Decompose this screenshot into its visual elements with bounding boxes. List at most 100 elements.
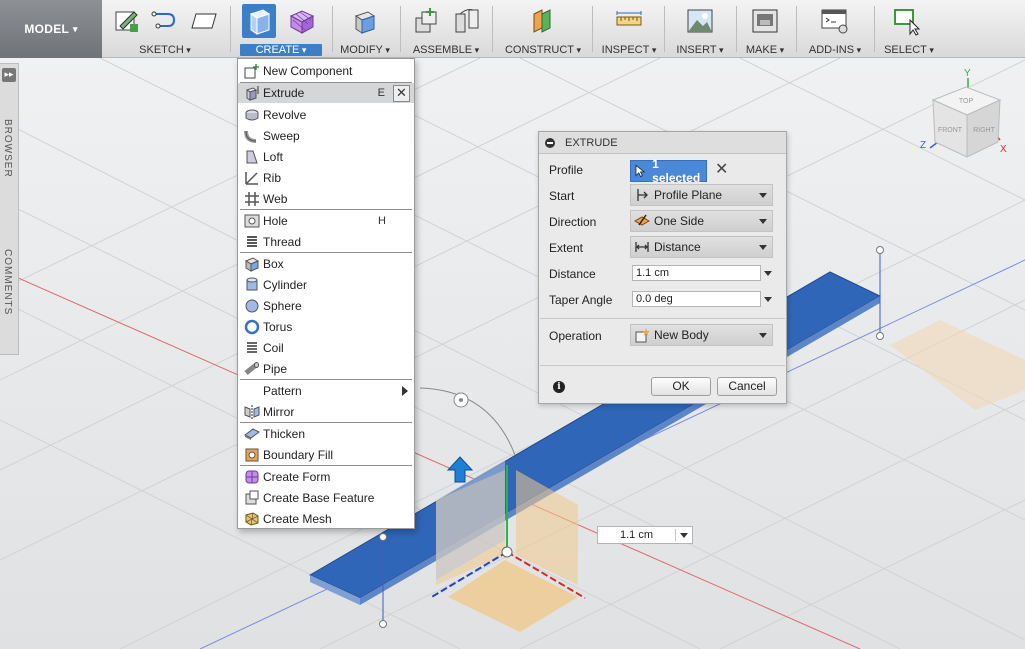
new-component-tool-icon[interactable] [410,6,440,36]
profile-selection-button[interactable]: 1 selected [630,157,707,185]
viewport-distance-input[interactable]: 1.1 cm [597,526,693,544]
line-tool-icon[interactable] [150,6,180,36]
toolbar-divider [736,6,737,52]
viewport-distance-value[interactable]: 1.1 cm [598,529,676,541]
press-pull-icon[interactable] [350,6,380,36]
menu-item-box[interactable]: Box [238,253,414,274]
menu-item-thread[interactable]: Thread [238,231,414,252]
toolbar-label-sketch[interactable]: SKETCH [106,44,224,56]
menu-item-label: Pattern [263,383,302,398]
toolbar-label-construct[interactable]: CONSTRUCT [496,44,590,56]
chevron-down-icon[interactable] [764,297,772,302]
select-cursor-icon[interactable] [892,6,922,36]
chevron-down-icon[interactable] [680,532,688,538]
menu-item-rib[interactable]: Rib [238,167,414,188]
menu-item-thicken[interactable]: Thicken [238,423,414,444]
measure-icon[interactable] [614,6,644,36]
menu-item-create-base-feature[interactable]: Create Base Feature [238,487,414,508]
menu-item-revolve[interactable]: Revolve [238,104,414,125]
z-axis-label: Z [920,140,926,151]
direction-dropdown[interactable]: One Side [630,210,773,232]
move-gizmo[interactable] [419,387,586,632]
viewport-scene[interactable]: TOP FRONT RIGHT Y Z X [0,58,1025,649]
chevron-down-icon [759,192,767,198]
menu-item-label: Box [263,256,284,271]
menu-item-create-mesh[interactable]: Create Mesh [238,508,414,529]
distance-input[interactable]: 1.1 cm [632,265,761,281]
menu-item-new-component[interactable]: New Component [238,60,414,81]
toolbar-group-add-ins[interactable]: ADD-INS [798,0,872,58]
toolbar-label-create[interactable]: CREATE [240,44,322,56]
viewcube-top-label: TOP [959,98,974,105]
toolbar-group-insert[interactable]: INSERT [668,0,732,58]
taper-angle-label: Taper Angle [549,293,613,307]
toolbar-group-select[interactable]: SELECT [878,0,940,58]
toolbar-group-make[interactable]: MAKE [738,0,792,58]
toolbar-group-inspect[interactable]: INSPECT [596,0,662,58]
toolbar-label-add-ins[interactable]: ADD-INS [798,44,872,56]
menu-item-extrude[interactable]: Extrude E ✕ [238,83,414,103]
operation-dropdown[interactable]: New Body [630,324,773,346]
scripts-addins-icon[interactable] [820,6,850,36]
menu-item-label: Extrude [263,86,305,100]
toolbar-group-sketch[interactable]: SKETCH [106,0,224,58]
insert-image-icon[interactable] [685,6,715,36]
viewport-canvas[interactable]: TOP FRONT RIGHT Y Z X [0,58,1025,649]
ok-button[interactable]: OK [651,377,711,396]
offset-plane-icon[interactable] [528,6,558,36]
menu-item-create-form[interactable]: Create Form [238,466,414,487]
menu-item-boundary-fill[interactable]: Boundary Fill [238,444,414,465]
menu-item-mirror[interactable]: Mirror [238,401,414,422]
toolbar-label-inspect[interactable]: INSPECT [596,44,662,56]
start-dropdown[interactable]: Profile Plane [630,184,773,206]
rectangle-tool-icon[interactable] [188,6,218,36]
toolbar-group-create[interactable]: CREATE [234,0,328,58]
info-icon[interactable]: i [553,381,565,393]
dialog-header[interactable]: EXTRUDE [539,132,786,154]
collapse-icon[interactable] [545,137,555,148]
view-cube[interactable]: TOP FRONT RIGHT Y Z X [920,68,1007,158]
rib-icon [245,171,258,185]
menu-item-label: Create Form [263,469,331,484]
cancel-button[interactable]: Cancel [717,377,777,396]
toolbar-label-insert[interactable]: INSERT [668,44,732,56]
profile-plane-icon [637,189,648,201]
workspace-switcher[interactable]: MODEL ▾ [0,0,102,58]
menu-item-sphere[interactable]: Sphere [238,295,414,316]
menu-item-torus[interactable]: Torus [238,316,414,337]
toolbar-label-assemble[interactable]: ASSEMBLE [404,44,488,56]
menu-item-hole[interactable]: Hole H [238,210,414,231]
mirror-icon [244,404,260,419]
create-sketch-icon[interactable] [112,6,142,36]
comments-tab[interactable]: COMMENTS [2,249,13,315]
menu-item-sweep[interactable]: Sweep [238,125,414,146]
toolbar-label-select[interactable]: SELECT [878,44,940,56]
clear-selection-icon[interactable]: ✕ [715,162,728,178]
sweep-icon [244,130,257,143]
create-form-tool-icon[interactable] [286,6,316,36]
extent-dropdown[interactable]: Distance [630,236,773,258]
browser-tab[interactable]: BROWSER [2,119,13,178]
expand-panel-icon[interactable]: ▸▸ [2,68,16,82]
menu-item-coil[interactable]: Coil [238,337,414,358]
menu-item-pipe[interactable]: Pipe [238,358,414,379]
taper-angle-input[interactable]: 0.0 deg [632,291,761,307]
menu-item-web[interactable]: Web [238,188,414,209]
close-icon[interactable]: ✕ [393,84,410,102]
toolbar-label-modify[interactable]: MODIFY [334,44,396,56]
extrude-tool-icon[interactable] [242,4,276,38]
joint-tool-icon[interactable] [452,6,482,36]
menu-item-pattern[interactable]: Pattern [238,380,414,401]
toolbar-label-make[interactable]: MAKE [738,44,792,56]
extent-label: Extent [549,241,584,255]
chevron-down-icon[interactable] [764,271,772,276]
toolbar-group-construct[interactable]: CONSTRUCT [496,0,590,58]
menu-item-cylinder[interactable]: Cylinder [238,274,414,295]
toolbar-group-modify[interactable]: MODIFY [334,0,396,58]
toolbar-group-assemble[interactable]: ASSEMBLE [404,0,488,58]
3d-print-icon[interactable] [750,6,780,36]
menu-item-loft[interactable]: Loft [238,146,414,167]
start-value: Profile Plane [654,188,723,202]
menu-item-label: Mirror [263,404,295,419]
pattern-icon [244,383,260,399]
